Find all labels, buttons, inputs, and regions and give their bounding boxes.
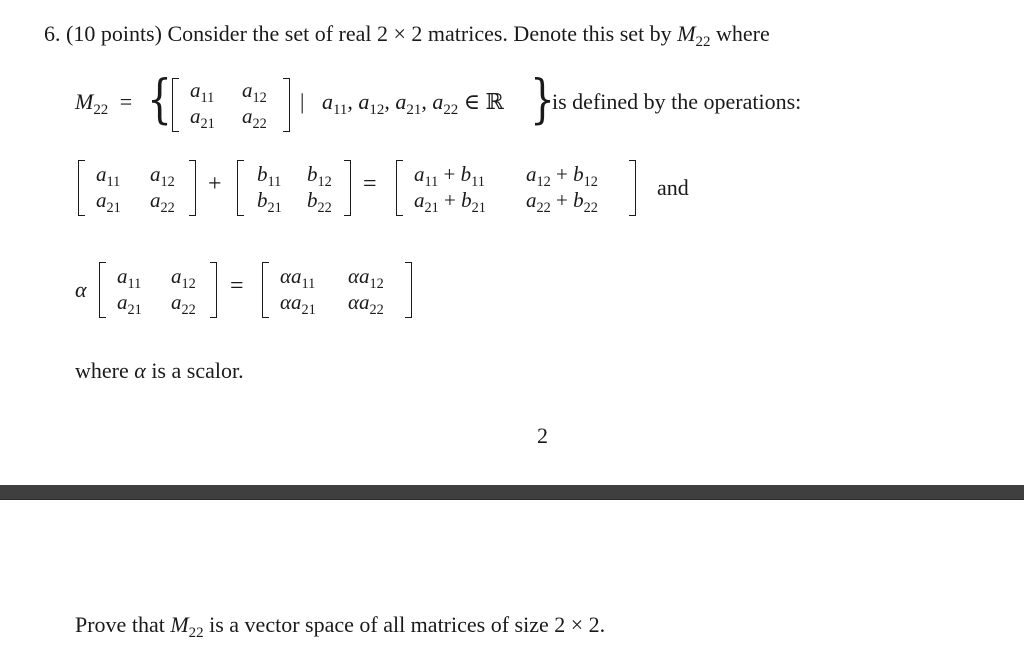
left-bracket — [237, 160, 244, 216]
task-set-name: M — [170, 612, 189, 637]
matrix-cell: αa21 — [280, 290, 316, 318]
matrix-cell: a21 — [117, 290, 142, 318]
plus-sign: + — [208, 171, 222, 197]
left-bracket — [99, 262, 106, 318]
matrix-cell: a22 — [242, 104, 267, 132]
right-bracket — [344, 160, 351, 216]
page-number: 2 — [537, 423, 548, 448]
matrix-cell: a22 — [150, 188, 175, 216]
matrix-cell: a12 — [171, 264, 196, 292]
right-bracket — [629, 160, 636, 216]
set-matrix: a11 a12 a21 a22 — [172, 78, 290, 132]
set-subscript: 22 — [695, 34, 711, 51]
equals-sign: = — [230, 273, 244, 299]
right-bracket — [210, 262, 217, 318]
matrix-cell: a12 + b12 — [526, 162, 598, 190]
sum-matrix: a11 + b11 a12 + b12 a21 + b21 a22 + b22 — [396, 160, 636, 216]
right-bracket — [283, 78, 290, 132]
matrix-cell: a21 — [96, 188, 121, 216]
note-pre: where — [75, 358, 129, 383]
matrix-cell: a12 — [150, 162, 175, 190]
matrix-cell: a11 + b11 — [414, 162, 485, 190]
matrix-cell: αa11 — [280, 264, 316, 292]
matrix-cell: a21 + b21 — [414, 188, 486, 216]
set-name: M — [677, 21, 696, 46]
problem-points: (10 points) — [66, 21, 162, 46]
equals-sign: = — [119, 89, 133, 114]
matrix-cell: b21 — [257, 188, 282, 216]
page-divider — [0, 485, 1024, 500]
definition-lhs: M22 = — [75, 89, 133, 119]
left-bracket — [396, 160, 403, 216]
problem-statement: 6. (10 points) Consider the set of real … — [44, 21, 770, 51]
left-bracket — [172, 78, 179, 132]
set-condition: a11, a12, a21, a22 ∈ ℝ — [322, 89, 504, 119]
and-text: and — [657, 175, 689, 200]
matrix-a: a11 a12 a21 a22 — [78, 160, 196, 216]
lhs-sub: 22 — [93, 102, 109, 119]
matrix-a: a11 a12 a21 a22 — [99, 262, 217, 318]
scalar-note: where α is a scalor. — [75, 358, 244, 384]
task-post: is a vector space of all matrices of siz… — [209, 612, 606, 637]
matrix-cell: a11 — [96, 162, 121, 190]
matrix-cell: a11 — [190, 78, 215, 106]
matrix-cell: b11 — [257, 162, 282, 190]
note-alpha: α — [134, 358, 146, 383]
matrix-cell: a21 — [190, 104, 215, 132]
matrix-cell: b12 — [307, 162, 332, 190]
scaled-matrix: αa11 αa12 αa21 αa22 — [262, 262, 412, 318]
problem-intro-end: where — [715, 21, 770, 46]
right-bracket — [405, 262, 412, 318]
definition-trailing-text: is defined by the operations: — [552, 89, 802, 114]
matrix-cell: a22 — [171, 290, 196, 318]
condition-bar: | — [300, 89, 305, 114]
left-bracket — [78, 160, 85, 216]
right-bracket — [189, 160, 196, 216]
problem-number: 6. — [44, 21, 61, 46]
matrix-b: b11 b12 b21 b22 — [237, 160, 351, 216]
left-brace: { — [147, 70, 172, 130]
alpha-symbol: α — [75, 277, 87, 302]
matrix-cell: a22 + b22 — [526, 188, 598, 216]
equals-sign: = — [363, 171, 377, 197]
problem-intro: Consider the set of real 2 × 2 matrices.… — [167, 21, 672, 46]
matrix-cell: αa12 — [348, 264, 384, 292]
task-statement: Prove that M22 is a vector space of all … — [75, 612, 606, 642]
task-pre: Prove that — [75, 612, 165, 637]
lhs-name: M — [75, 89, 94, 114]
left-bracket — [262, 262, 269, 318]
note-post: is a scalor. — [151, 358, 244, 383]
task-set-sub: 22 — [188, 625, 204, 642]
matrix-cell: a11 — [117, 264, 142, 292]
matrix-cell: b22 — [307, 188, 332, 216]
matrix-cell: a12 — [242, 78, 267, 106]
matrix-cell: αa22 — [348, 290, 384, 318]
